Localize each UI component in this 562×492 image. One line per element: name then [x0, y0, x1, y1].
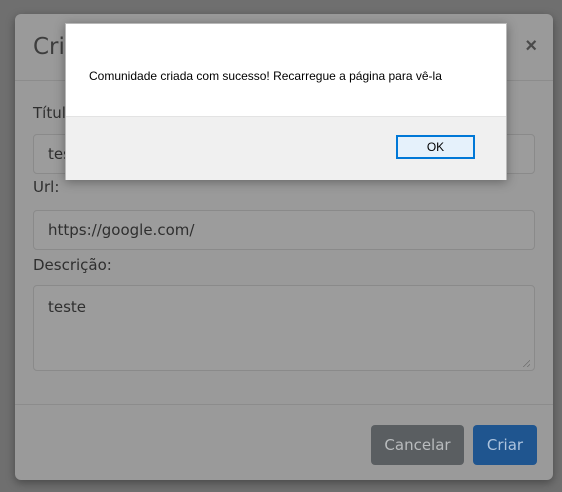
description-field-label: Descrição: — [33, 256, 112, 274]
alert-message: Comunidade criada com sucesso! Recarregu… — [89, 69, 442, 83]
close-icon[interactable]: × — [525, 35, 537, 58]
description-textarea[interactable]: teste — [33, 285, 535, 371]
ok-button[interactable]: OK — [396, 135, 475, 159]
cancel-button[interactable]: Cancelar — [371, 425, 464, 465]
description-text: teste — [48, 298, 87, 316]
alert-footer: OK — [66, 116, 506, 180]
alert-dialog: Comunidade criada com sucesso! Recarregu… — [65, 23, 507, 180]
url-input[interactable]: https://google.com/ — [33, 210, 535, 250]
url-field-label: Url: — [33, 178, 60, 196]
create-button[interactable]: Criar — [473, 425, 537, 465]
modal-footer: Cancelar Criar — [15, 404, 553, 481]
resize-grip-icon[interactable] — [522, 359, 530, 367]
